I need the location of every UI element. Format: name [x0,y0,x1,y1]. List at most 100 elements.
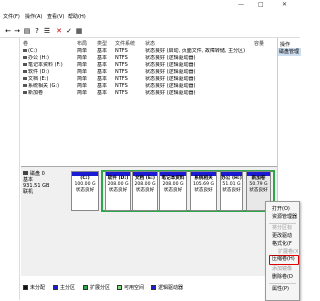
volume-name: 系统相关 (G:) [28,83,60,89]
list-icon[interactable]: ☰ [43,27,51,35]
actions-disk-management[interactable]: 磁盘管理 [278,48,301,56]
volume-type: 基本 [97,83,108,89]
legend-item: 未分配 [23,284,45,292]
partition-h[interactable]: 办公 (H:) 51.01 G 状态良好 [220,171,243,211]
volume-row[interactable]: 笔记本资料 (F:) 简单 基本 NTFS 状态良好 (逻辑驱动器) [21,62,277,69]
volume-name: 文档 (E:) [28,76,49,82]
volume-type: 基本 [97,76,108,82]
volume-status: 状态良好 (逻辑驱动器) [145,83,196,89]
partition-status: 状态良好 [222,188,241,193]
volume-fs: NTFS [115,55,128,61]
check-icon[interactable]: ✓ [65,27,73,35]
drive-icon [23,77,27,80]
volume-status: 状态良好 (逻辑驱动器) [145,69,196,75]
volume-status: 状态良好 (逻辑驱动器) [145,62,196,68]
volume-row[interactable]: (C:) 简单 基本 NTFS 状态良好 (启动, 页面文件, 故障转储, 主分… [21,48,277,55]
col-header-volume[interactable]: 卷 [23,41,28,47]
help-icon[interactable]: ? [33,27,41,35]
partition-status: 状态良好 [249,188,268,193]
volume-row[interactable]: 新加卷 简单 基本 NTFS 状态良好 (逻辑驱动器) [21,90,277,97]
menu-format[interactable]: 格式化(F [272,241,292,248]
volume-layout: 简单 [77,83,88,89]
volume-layout: 简单 [77,90,88,96]
menu-delete[interactable]: 删除卷(D [272,274,293,281]
toolbar: ← → ▤ ? ☰ ✕ ✓ ▦ [0,24,300,38]
disk-info[interactable]: 磁盘 0 基本 931.51 GB 联机 [23,171,68,211]
maximize-button[interactable]: □ [258,1,264,9]
col-header-capacity[interactable]: 容量 [254,41,264,47]
forward-icon[interactable]: → [13,27,21,35]
partition-status: 状态良好 [194,188,213,193]
partition-g[interactable]: 系统相关 105.69 G 状态良好 [190,171,217,211]
partition-e[interactable]: 文档 (E:) 208.00 G 状态良好 [132,171,158,211]
legend-label: 逻辑驱动器 [158,285,184,291]
menu-view[interactable]: 查看(V) [47,13,64,22]
legend-label: 未分配 [30,285,46,291]
drive-icon [23,63,27,66]
menu-properties[interactable]: 属性(P) [272,286,289,293]
volume-name: 软件 (D:) [28,69,50,75]
disk-icon [23,171,28,175]
minimize-button[interactable]: — [238,1,244,9]
volume-layout: 简单 [77,62,88,68]
menu-separator [269,283,296,284]
close-button[interactable]: ✕ [282,1,287,9]
menu-help[interactable]: 帮助(H) [68,13,86,22]
volume-layout: 简单 [77,76,88,82]
legend-swatch [117,285,122,290]
col-header-type[interactable]: 类型 [97,41,107,47]
menu-shrink[interactable]: 压缩卷(H) [272,256,295,263]
volume-type: 基本 [97,69,108,75]
drive-icon [23,56,27,59]
volume-type: 基本 [97,90,108,96]
menu-file[interactable]: 文件(F) [3,13,20,22]
col-header-status[interactable]: 状态 [145,41,155,47]
legend-label: 可用空间 [124,285,145,291]
volume-row[interactable]: 系统相关 (G:) 简单 基本 NTFS 状态良好 (逻辑驱动器) [21,83,277,90]
properties-icon[interactable]: ▦ [75,27,83,35]
partition-d[interactable]: 软件 (D:) 208.00 G 状态良好 [105,171,131,211]
volume-type: 基本 [97,62,108,68]
legend-item: 扩展分区 [83,284,110,292]
title-bar: — □ ✕ [0,0,300,12]
volume-name: (C:) [28,48,38,54]
disk-graphical-view: 磁盘 0 基本 931.51 GB 联机 (C:) 100.00 G 状态良好 … [21,166,277,276]
partition-f[interactable]: 笔记本资料 208.00 G 状态良好 [159,171,187,211]
legend-item: 逻辑驱动器 [151,284,183,292]
actions-title: 操作 [280,42,291,48]
back-icon[interactable]: ← [4,27,12,35]
partition-c[interactable]: (C:) 100.00 G 状态良好 [71,171,99,211]
volume-name: 笔记本资料 (F:) [28,62,63,68]
volume-fs: NTFS [115,83,128,89]
menu-bar: 文件(F) 操作(A) 查看(V) 帮助(H) [0,13,300,22]
drive-icon [23,84,27,87]
volume-fs: NTFS [115,90,128,96]
drive-icon [23,70,27,73]
legend-item: 主分区 [53,284,75,292]
drive-icon [23,49,27,52]
volume-list: 卷 布局 类型 文件系统 状态 容量 (C:) 简单 基本 NTFS 状态良好 … [21,38,277,162]
menu-mark-active[interactable]: 将分区标 [272,225,292,232]
volume-layout: 简单 [77,55,88,61]
volume-type: 基本 [97,48,108,54]
navigation-pane[interactable] [0,38,20,300]
legend-swatch [151,285,156,290]
menu-open[interactable]: 打开(O) [272,206,290,213]
legend-swatch [53,285,58,290]
delete-icon[interactable]: ✕ [55,27,63,35]
col-header-layout[interactable]: 布局 [77,41,87,47]
menu-add-mirror[interactable]: 添加镜像 [272,266,292,273]
volume-row[interactable]: 文档 (E:) 简单 基本 NTFS 状态良好 (逻辑驱动器) [21,76,277,83]
menu-action[interactable]: 操作(A) [25,13,42,22]
panel-icon[interactable]: ▤ [23,27,31,35]
volume-layout: 简单 [77,48,88,54]
col-header-fs[interactable]: 文件系统 [115,41,135,47]
volume-name: 新加卷 [28,90,44,96]
partition-status: 状态良好 [75,188,95,193]
volume-row[interactable]: 软件 (D:) 简单 基本 NTFS 状态良好 (逻辑驱动器) [21,69,277,76]
volume-row[interactable]: 办公 (H:) 简单 基本 NTFS 状态良好 (逻辑驱动器) [21,55,277,62]
disk-status: 联机 [23,189,34,195]
menu-explorer[interactable]: 资源管理器 [272,214,297,221]
legend-swatch [23,285,28,290]
menu-change-letter[interactable]: 更改驱动 [272,233,292,240]
